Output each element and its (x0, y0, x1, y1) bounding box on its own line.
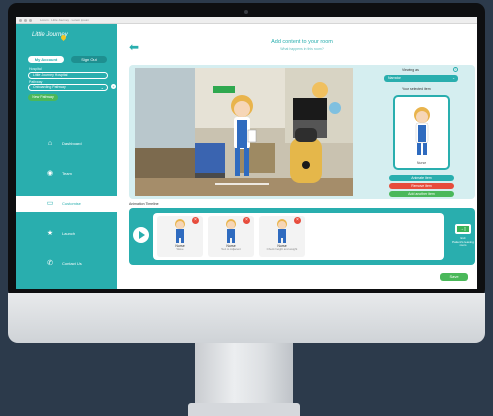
browser-back-icon[interactable] (19, 19, 22, 22)
hospital-value: Little Journey Hospital (33, 73, 68, 77)
chevron-down-icon: ⌄ (452, 76, 455, 80)
monitor-base (188, 403, 300, 416)
sidebar-item-contact-us[interactable]: ✆ Contact Us (16, 256, 117, 272)
tablet-icon: ▭ (46, 200, 54, 207)
page-title: Add content to your room (271, 39, 333, 45)
viewing-as-label: Viewing as (402, 68, 419, 72)
hospital-select[interactable]: Little Journey Hospital (28, 72, 108, 79)
browser-bar: Lorem · Little Journey · Lorem ipsum (16, 17, 477, 24)
timeline-card[interactable]: × Nurse Text to Adjacent (208, 216, 254, 257)
browser-url[interactable]: Lorem · Little Journey · Lorem ipsum (40, 18, 89, 22)
my-account-button[interactable]: My Account (28, 56, 64, 63)
sidebar-item-label: Dashboard (62, 141, 82, 146)
pathway-select[interactable]: Onboarding Pathway ⌄ (28, 84, 108, 91)
timeline-card-desc: Text to Adjacent (221, 247, 241, 251)
add-pathway-icon[interactable]: + (111, 84, 116, 89)
page-subtitle: What happens in this room? (280, 47, 324, 51)
sidebar: Little Journey My Account Sign Out Hospi… (16, 24, 117, 289)
monitor-chin (8, 293, 485, 343)
user-icon: ◉ (46, 170, 54, 177)
logo[interactable]: Little Journey (28, 29, 68, 51)
screen-bezel: Lorem · Little Journey · Lorem ipsum Lit… (8, 3, 485, 298)
browser-forward-icon[interactable] (24, 19, 27, 22)
new-pathway-button[interactable]: New Pathway (28, 94, 58, 101)
exit-desc: Patient's leaving room (452, 239, 474, 248)
animate-item-button[interactable]: Animate item (389, 175, 454, 181)
sidebar-item-label: Customise (62, 201, 81, 206)
chevron-down-icon: ⌄ (100, 85, 104, 90)
monitor-stand (195, 343, 293, 405)
info-icon[interactable]: i (453, 67, 458, 72)
save-button[interactable]: Save (440, 273, 468, 281)
timeline-card[interactable]: × Nurse Check height and weight (259, 216, 305, 257)
nurse-thumb (175, 219, 185, 243)
add-item-button[interactable]: Add another item (389, 191, 454, 197)
selected-item-label: Your selected item (402, 87, 431, 91)
home-icon: ⌂ (47, 140, 53, 147)
pathway-value: Onboarding Pathway (33, 85, 66, 89)
sidebar-item-customise[interactable]: ▭ Customise (16, 196, 117, 212)
hospital-room-image (135, 68, 353, 196)
timeline-card-desc: Wave (176, 247, 184, 251)
nurse-thumb (277, 219, 287, 243)
sidebar-item-dashboard[interactable]: ⌂ Dashboard (16, 136, 117, 152)
phone-icon: ✆ (47, 260, 53, 267)
play-icon[interactable] (133, 227, 149, 243)
sign-out-button[interactable]: Sign Out (71, 56, 107, 63)
exit-sign-icon[interactable]: →▯ (455, 224, 471, 234)
nurse-figure (414, 107, 430, 155)
remove-item-button[interactable]: Remove item (389, 183, 454, 189)
viewing-as-value: Narrator (388, 76, 401, 80)
selected-item-caption: Nurse (416, 161, 427, 165)
timeline-label: Animation Timeline (129, 202, 159, 206)
selected-item-card[interactable]: Nurse (393, 95, 450, 170)
sidebar-item-label: Team (62, 171, 72, 176)
sidebar-item-team[interactable]: ◉ Team (16, 166, 117, 182)
delete-icon[interactable]: × (243, 217, 250, 224)
back-arrow-icon[interactable]: ⬅ (129, 41, 139, 53)
timeline-card-desc: Check height and weight (266, 247, 298, 251)
sidebar-item-label: Contact Us (62, 261, 82, 266)
viewing-as-select[interactable]: Narrator ⌄ (384, 75, 458, 82)
exit-label: Exit Patient's leaving room (450, 236, 476, 248)
delete-icon[interactable]: × (294, 217, 301, 224)
timeline-card[interactable]: × Nurse Wave (157, 216, 203, 257)
browser-reload-icon[interactable] (29, 19, 32, 22)
star-icon: ★ (46, 230, 54, 237)
nurse-thumb (226, 219, 236, 243)
imac-monitor: Lorem · Little Journey · Lorem ipsum Lit… (8, 3, 485, 343)
app-screen: Lorem · Little Journey · Lorem ipsum Lit… (16, 17, 477, 289)
sidebar-item-label: Launch (62, 231, 76, 236)
room-photo[interactable] (135, 68, 353, 196)
delete-icon[interactable]: × (192, 217, 199, 224)
camera-icon (244, 10, 248, 14)
hospital-label: Hospital (29, 67, 42, 71)
exit-arrow-icon: →▯ (457, 226, 469, 232)
sidebar-item-launch[interactable]: ★ Launch (16, 226, 117, 242)
